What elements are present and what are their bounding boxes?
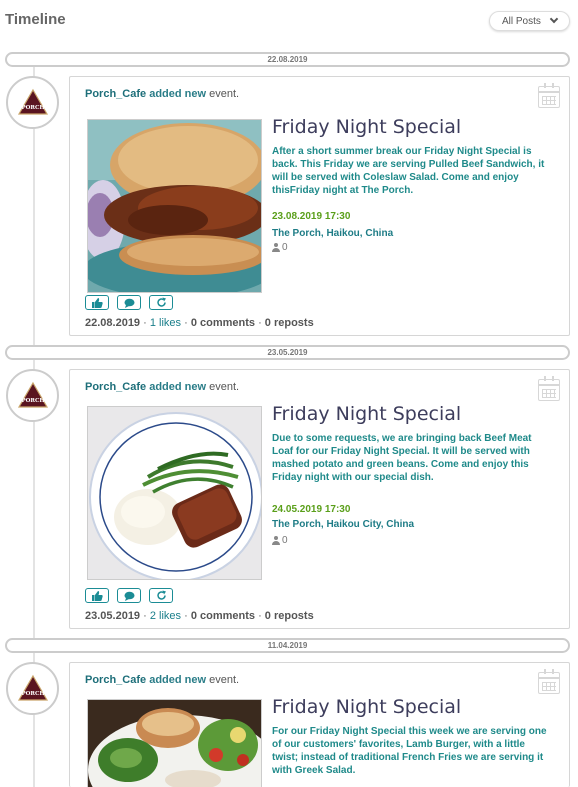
post-stats: 23.05.2019 · 2 likes · 0 comments · 0 re… [85, 610, 314, 622]
event-image[interactable] [87, 406, 262, 580]
author-link[interactable]: Porch_Cafe [85, 88, 146, 100]
filter-label: All Posts [502, 15, 541, 27]
likes-link[interactable]: 1 likes [150, 317, 181, 329]
post-header: Porch_Cafe added new event. [85, 88, 239, 100]
attendee-count[interactable]: 0 [272, 242, 288, 253]
event-title[interactable]: Friday Night Special [272, 403, 461, 425]
post-object: event. [209, 381, 240, 393]
event-title[interactable]: Friday Night Special [272, 696, 461, 718]
post-header: Porch_Cafe added new event. [85, 674, 239, 686]
event-datetime: 23.08.2019 17:30 [272, 211, 351, 222]
event-post-card: Porch_Cafe added new event. Friday Night… [69, 76, 570, 336]
date-divider: 22.08.2019 [5, 52, 570, 67]
event-description: Due to some requests, we are bringing ba… [272, 433, 532, 483]
post-object: event. [209, 88, 240, 100]
event-description: After a short summer break our Friday Ni… [272, 146, 545, 196]
post-actions [85, 295, 173, 310]
repost-button[interactable] [149, 588, 173, 603]
event-description: For our Friday Night Special this week w… [272, 726, 547, 776]
porch-logo-icon: PORCH [17, 381, 49, 408]
post-verb: added new [149, 381, 207, 393]
comments-count: 0 comments [190, 317, 256, 329]
reposts-count: 0 reposts [264, 317, 314, 329]
date-divider: 23.05.2019 [5, 345, 570, 360]
event-post-card: Porch_Cafe added new event. Friday Night… [69, 662, 570, 787]
pulled-beef-sandwich-image [88, 120, 261, 292]
calendar-icon [538, 669, 560, 694]
comment-button[interactable] [117, 295, 141, 310]
author-link[interactable]: Porch_Cafe [85, 674, 146, 686]
calendar-icon [538, 376, 560, 401]
post-date: 22.08.2019 [85, 317, 141, 329]
svg-text:PORCH: PORCH [21, 398, 44, 404]
svg-text:PORCH: PORCH [21, 105, 44, 111]
avatar[interactable]: PORCH [6, 662, 59, 715]
attendee-count[interactable]: 0 [272, 535, 288, 546]
event-post-card: Porch_Cafe added new event. Friday Night… [69, 369, 570, 629]
avatar[interactable]: PORCH [6, 369, 59, 422]
post-verb: added new [149, 674, 207, 686]
timeline-header: Timeline All Posts [0, 0, 578, 40]
likes-link[interactable]: 2 likes [150, 610, 181, 622]
post-stats: 22.08.2019 · 1 likes · 0 comments · 0 re… [85, 317, 314, 329]
svg-text:PORCH: PORCH [21, 691, 44, 697]
post-actions [85, 588, 173, 603]
post-date: 23.05.2019 [85, 610, 141, 622]
like-button[interactable] [85, 588, 109, 603]
thumbs-up-icon [91, 590, 103, 601]
comment-button[interactable] [117, 588, 141, 603]
calendar-icon [538, 83, 560, 108]
user-icon [272, 536, 280, 545]
repost-icon [156, 297, 166, 307]
post-verb: added new [149, 88, 207, 100]
post-object: event. [209, 674, 240, 686]
like-button[interactable] [85, 295, 109, 310]
event-datetime: 24.05.2019 17:30 [272, 504, 351, 515]
porch-logo-icon: PORCH [17, 88, 49, 115]
event-location[interactable]: The Porch, Haikou, China [272, 228, 393, 239]
avatar[interactable]: PORCH [6, 76, 59, 129]
thumbs-up-icon [91, 297, 103, 308]
page-title: Timeline [5, 11, 66, 28]
repost-button[interactable] [149, 295, 173, 310]
repost-icon [156, 590, 166, 600]
date-divider: 11.04.2019 [5, 638, 570, 653]
event-image[interactable] [87, 119, 262, 293]
meat-loaf-plate-image [88, 407, 261, 579]
attendee-count-value: 0 [282, 535, 288, 546]
event-title[interactable]: Friday Night Special [272, 116, 461, 138]
author-link[interactable]: Porch_Cafe [85, 381, 146, 393]
lamb-burger-plate-image [88, 700, 261, 787]
comment-icon [124, 591, 134, 601]
post-header: Porch_Cafe added new event. [85, 381, 239, 393]
user-icon [272, 243, 280, 252]
attendee-count-value: 0 [282, 242, 288, 253]
event-location[interactable]: The Porch, Haikou City, China [272, 519, 414, 530]
porch-logo-icon: PORCH [17, 674, 49, 701]
comments-count: 0 comments [190, 610, 256, 622]
event-image[interactable] [87, 699, 262, 787]
comment-icon [124, 298, 134, 308]
chevron-down-icon [549, 14, 559, 24]
reposts-count: 0 reposts [264, 610, 314, 622]
posts-filter-dropdown[interactable]: All Posts [489, 11, 570, 31]
